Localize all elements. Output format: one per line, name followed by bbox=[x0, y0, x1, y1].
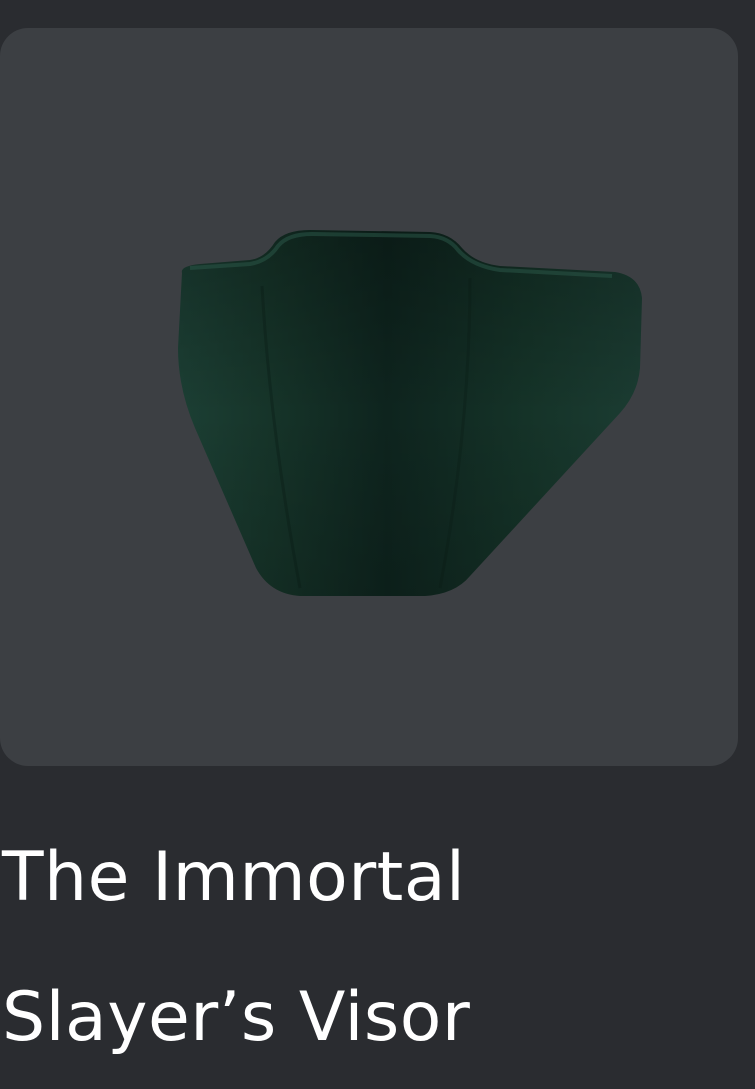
item-name-line-2: Slayer’s Visor bbox=[2, 978, 471, 1057]
item-card[interactable]: The Immortal Slayer’s Visor bbox=[0, 0, 755, 1089]
item-name-line-1: The Immortal bbox=[2, 838, 466, 917]
item-thumbnail[interactable] bbox=[0, 28, 738, 766]
item-name[interactable]: The Immortal Slayer’s Visor bbox=[2, 808, 742, 1088]
visor-item-icon bbox=[178, 230, 642, 596]
